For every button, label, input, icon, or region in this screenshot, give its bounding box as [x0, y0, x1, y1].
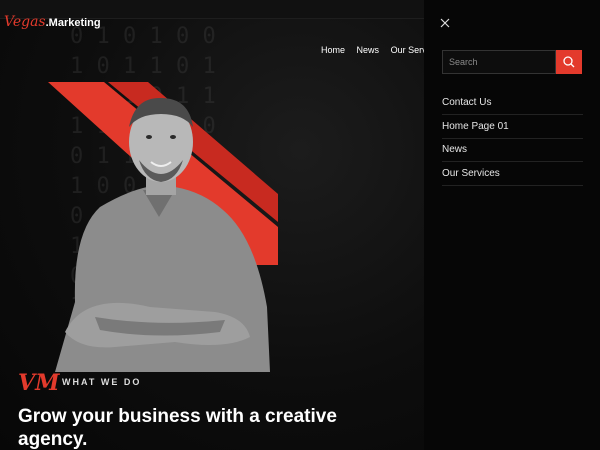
panel-menu: Contact Us Home Page 01 News Our Service… — [442, 92, 583, 186]
nav-item-our-services[interactable]: Our Servi — [391, 45, 424, 55]
menu-item-our-services[interactable]: Our Services — [442, 163, 583, 186]
nav-item-news[interactable]: News — [357, 45, 380, 55]
search-icon — [563, 56, 575, 68]
site-logo[interactable]: Vegas.Marketing — [4, 14, 101, 31]
menu-item-news[interactable]: News — [442, 139, 583, 162]
search-button[interactable] — [556, 50, 582, 74]
main-nav: Home News Our Servi — [321, 45, 424, 55]
logo-script: Vegas — [4, 14, 46, 30]
section-eyebrow: WHAT WE DO — [62, 377, 142, 387]
logo-wordmark: .Marketing — [45, 17, 101, 29]
hero-headline: Grow your business with a creative agenc… — [18, 406, 337, 450]
main-page: 0 1 0 1 0 01 0 1 1 0 10 0 1 0 1 11 1 0 1… — [0, 0, 424, 450]
hero-person-photo — [55, 97, 270, 372]
nav-item-home[interactable]: Home — [321, 45, 345, 55]
panel-search — [442, 50, 582, 74]
search-input[interactable] — [442, 50, 556, 74]
menu-item-home-page-01[interactable]: Home Page 01 — [442, 116, 583, 139]
menu-item-contact-us[interactable]: Contact Us — [442, 92, 583, 115]
close-icon[interactable] — [440, 16, 452, 30]
vm-monogram: VM — [18, 370, 60, 396]
